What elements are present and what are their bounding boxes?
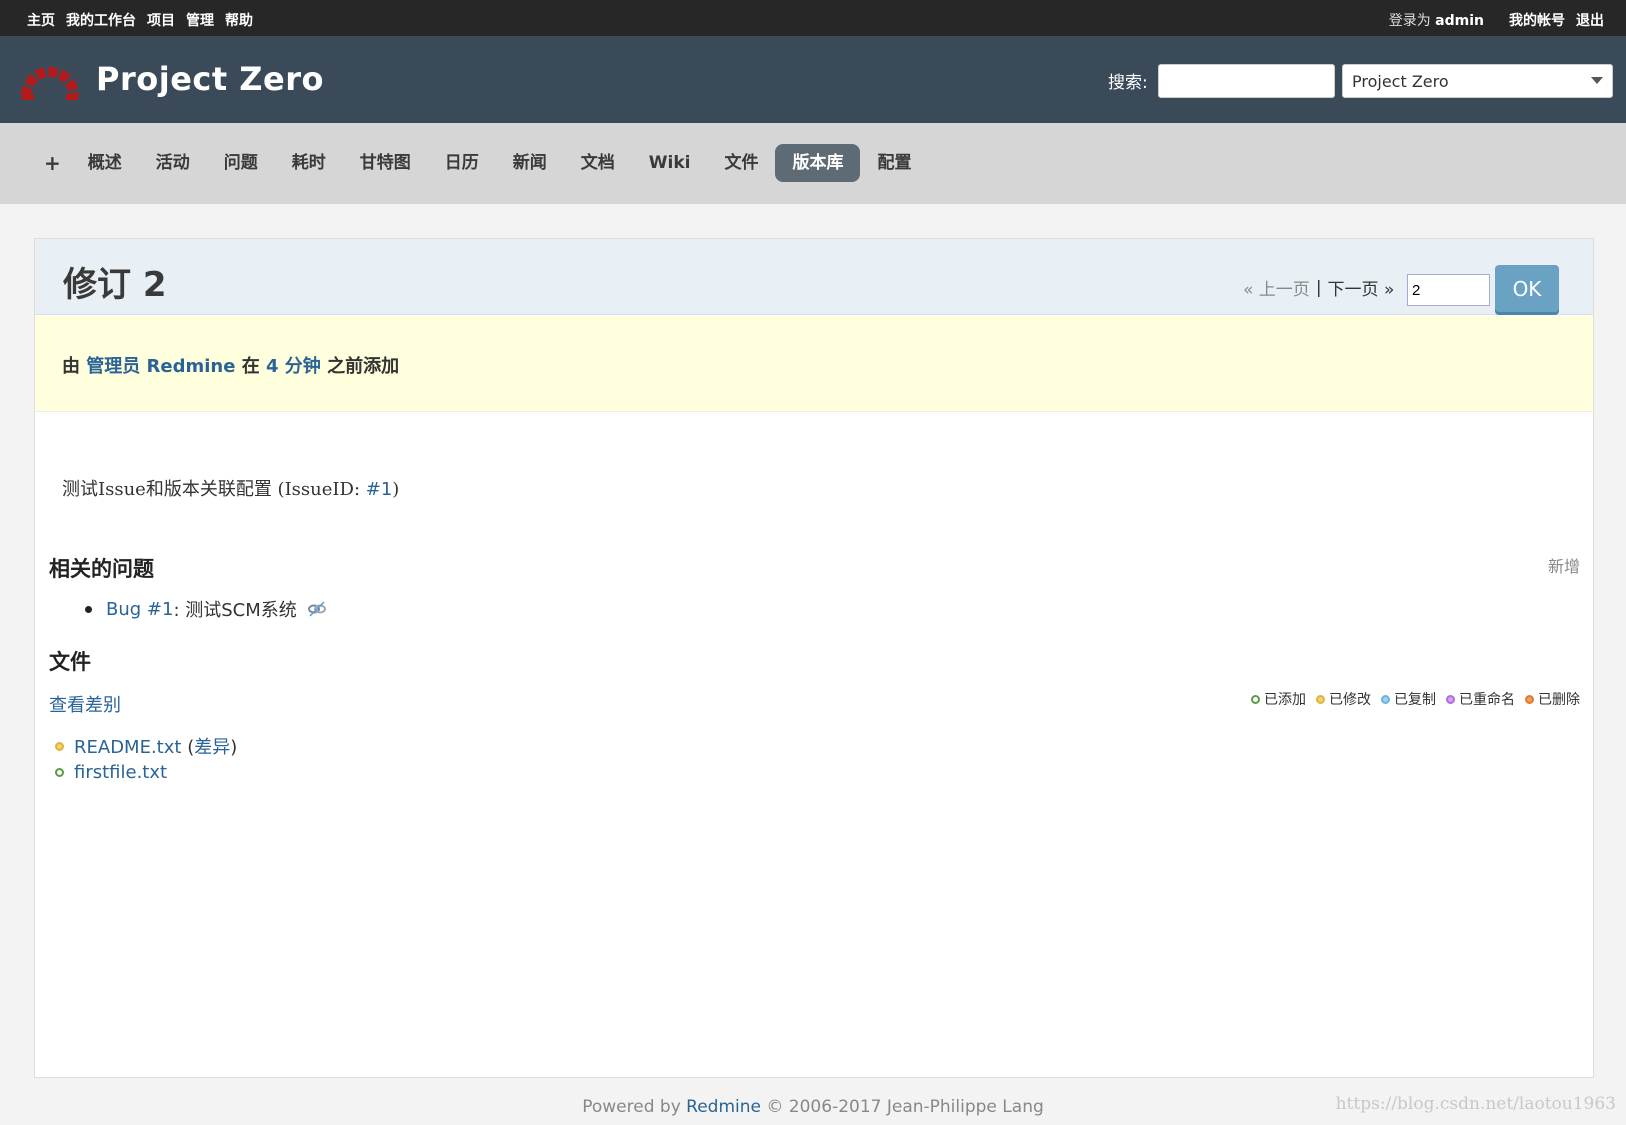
tab-time-entries[interactable]: 耗时 (275, 144, 343, 182)
redmine-link[interactable]: Redmine (686, 1097, 761, 1117)
logged-as-label: 登录为 (1388, 13, 1431, 29)
tab-documents[interactable]: 文档 (564, 144, 632, 182)
view-diff-link[interactable]: 查看差别 (49, 691, 121, 717)
copied-dot-icon (1381, 694, 1390, 704)
legend-label: 已重命名 (1459, 692, 1515, 708)
top-link-logout[interactable]: 退出 (1576, 10, 1604, 30)
related-issues-heading: 相关的问题 (49, 557, 154, 581)
next-page-link[interactable]: 下一页 » (1328, 275, 1395, 300)
author-at-label: 在 (241, 356, 260, 377)
file-item: firstfile.txt (55, 759, 237, 785)
tab-activity[interactable]: 活动 (139, 144, 207, 182)
revision-input[interactable] (1407, 274, 1490, 306)
related-issue-link[interactable]: Bug #1 (106, 599, 173, 620)
tab-overview[interactable]: 概述 (71, 144, 139, 182)
top-menu: 主页 我的工作台 项目 管理 帮助 登录为 admin 我的帐号 退出 (0, 0, 1626, 36)
legend-label: 已删除 (1538, 692, 1580, 708)
add-related-issue-link[interactable]: 新增 (1548, 553, 1580, 577)
legend-deleted: 已删除 (1525, 689, 1580, 709)
issue-subject: : 测试SCM系统 (173, 600, 297, 621)
project-jump-value: Project Zero (1352, 72, 1449, 91)
tab-wiki[interactable]: Wiki (632, 144, 708, 182)
issue-id: #1 (146, 598, 174, 620)
legend-label: 已添加 (1264, 692, 1306, 708)
tab-new-object[interactable]: + (36, 144, 71, 182)
ok-button[interactable]: OK (1495, 265, 1559, 312)
unlink-icon[interactable] (307, 600, 327, 618)
top-link-home[interactable]: 主页 (27, 10, 55, 30)
files-heading: 文件 (49, 650, 91, 674)
legend-copied: 已复制 (1381, 689, 1436, 709)
diff-close-paren: ) (230, 737, 238, 758)
issue-link[interactable]: #1 (366, 479, 393, 500)
legend-modified: 已修改 (1316, 689, 1371, 709)
modified-dot-icon (55, 741, 64, 751)
file-item: README.txt (差异) (55, 733, 237, 759)
deleted-dot-icon (1525, 694, 1534, 704)
legend-renamed: 已重命名 (1446, 689, 1515, 709)
author-bar: 由 管理员 Redmine 在 4 分钟 之前添加 (35, 316, 1593, 412)
bullet-icon (85, 605, 92, 613)
renamed-dot-icon (1446, 694, 1455, 704)
pager-separator: | (1315, 277, 1322, 298)
project-title[interactable]: Project Zero (96, 60, 324, 98)
chevron-down-icon (1591, 77, 1603, 84)
logged-as: 登录为 admin (1389, 10, 1484, 30)
redmine-logo-icon (21, 67, 79, 100)
logged-user-link[interactable]: admin (1435, 13, 1484, 29)
tab-issues[interactable]: 问题 (207, 144, 275, 182)
changed-files-list: README.txt (差异) firstfile.txt (55, 733, 237, 785)
top-link-my-page[interactable]: 我的工作台 (66, 10, 136, 30)
author-link[interactable]: 管理员 Redmine (86, 356, 235, 377)
author-suffix-label: 之前添加 (327, 356, 400, 377)
legend-label: 已修改 (1329, 692, 1371, 708)
issue-tracker: Bug (106, 598, 142, 620)
top-link-help[interactable]: 帮助 (225, 10, 253, 30)
file-diff-link[interactable]: 差异 (194, 737, 230, 758)
top-link-my-account[interactable]: 我的帐号 (1509, 10, 1565, 30)
tab-repository[interactable]: 版本库 (775, 144, 861, 182)
header: Project Zero 搜索: Project Zero (0, 36, 1626, 123)
page-title: 修订 2 (63, 265, 167, 305)
footer-prefix: Powered by (582, 1097, 681, 1117)
author-by-label: 由 (62, 356, 80, 377)
tab-gantt[interactable]: 甘特图 (343, 144, 428, 182)
main-menu: + 概述 活动 问题 耗时 甘特图 日历 新闻 文档 Wiki 文件 版本库 配… (0, 123, 1626, 204)
comment-close: ) (392, 479, 400, 500)
prev-page-link: « 上一页 (1243, 280, 1310, 300)
legend-label: 已复制 (1394, 692, 1436, 708)
project-jump-select[interactable]: Project Zero (1342, 64, 1613, 98)
file-link[interactable]: README.txt (74, 737, 181, 758)
added-dot-icon (1251, 694, 1260, 704)
content-panel: 修订 2 « 上一页 | 下一页 » OK 由 管理员 Redmine 在 4 … (34, 238, 1594, 1078)
tab-settings[interactable]: 配置 (860, 144, 928, 182)
comment-text: 测试Issue和版本关联配置 (IssueID: (62, 479, 366, 500)
modified-dot-icon (1316, 694, 1325, 704)
revision-pager: « 上一页 | 下一页 » (1243, 275, 1395, 301)
search-input[interactable] (1158, 64, 1335, 98)
author-info: 由 管理员 Redmine 在 4 分钟 之前添加 (62, 352, 399, 378)
top-link-admin[interactable]: 管理 (186, 10, 214, 30)
tab-calendar[interactable]: 日历 (428, 144, 496, 182)
title-bar: 修订 2 « 上一页 | 下一页 » OK (35, 239, 1593, 315)
time-ago-link[interactable]: 4 分钟 (266, 356, 321, 377)
footer-copyright: © 2006-2017 Jean-Philippe Lang (766, 1097, 1044, 1117)
commit-comment: 测试Issue和版本关联配置 (IssueID: #1) (62, 475, 399, 501)
file-link[interactable]: firstfile.txt (74, 762, 167, 783)
legend-added: 已添加 (1251, 689, 1306, 709)
list-item: Bug #1: 测试SCM系统 (85, 596, 327, 622)
tab-files[interactable]: 文件 (707, 144, 775, 182)
change-legend: 已添加 已修改 已复制 已重命名 已删除 (1251, 689, 1580, 709)
added-dot-icon (55, 767, 64, 777)
tab-news[interactable]: 新闻 (496, 144, 564, 182)
top-link-projects[interactable]: 项目 (147, 10, 175, 30)
watermark: https://blog.csdn.net/laotou1963 (1335, 1094, 1616, 1114)
related-issues-list: Bug #1: 测试SCM系统 (85, 596, 327, 622)
search-label: 搜索: (1108, 73, 1148, 93)
